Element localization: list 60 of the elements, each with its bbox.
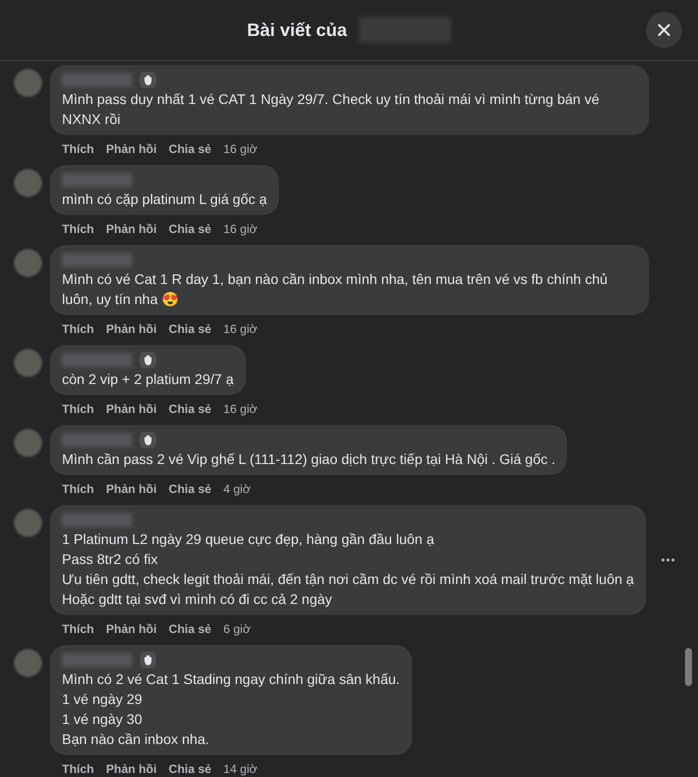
action-link[interactable]: Thích (62, 760, 94, 777)
blurred-name (62, 73, 132, 87)
action-link[interactable]: Chia sẻ (168, 400, 212, 418)
action-link[interactable]: Chia sẻ (168, 480, 212, 498)
action-link[interactable]: Thích (62, 320, 94, 338)
comment-text: Pass 8tr2 có fix (62, 550, 159, 569)
comment-time: 4 giờ (223, 481, 251, 498)
action-link[interactable]: Chia sẻ (168, 320, 212, 338)
comment-text: Mình cần pass 2 vé Vip ghế L (111-112) giao dịch trực tiếp tại Hà Nội . Giá gốc . (62, 450, 556, 469)
comment-time: 16 giờ (223, 401, 258, 418)
action-link[interactable]: Phản hồi (106, 760, 157, 777)
dialog-title: Bài viết của (246, 18, 348, 42)
more-icon (661, 558, 675, 562)
comment-text: Hoặc gdtt tại svđ vì mình có đi cc cả 2 ngày (62, 590, 334, 609)
blurred-name (62, 253, 132, 267)
blurred-name (62, 433, 132, 447)
action-link[interactable]: Chia sẻ (168, 760, 212, 777)
comment-time: 14 giờ (223, 761, 258, 777)
avatar[interactable] (14, 509, 42, 537)
action-link[interactable]: Thích (62, 620, 94, 638)
comment-text: còn 2 vip + 2 platium 29/7 ạ (62, 370, 234, 389)
comment-text: Mình có 2 vé Cat 1 Stading ngay chính giữa sân khấu. (62, 670, 400, 689)
comment-text: Ưu tiên gdtt, check legit thoải mái, đến tận nơi cầm dc vé rồi mình xoá mail trước mặt luôn ạ (62, 570, 634, 589)
avatar[interactable] (14, 169, 42, 197)
avatar[interactable] (14, 249, 42, 277)
blurred-name (62, 173, 132, 187)
comment-text: 1 vé ngày 30 (62, 710, 144, 729)
comment-text: mình có cặp platinum L giá gốc ạ (62, 190, 267, 209)
scrollbar[interactable] (685, 648, 692, 686)
action-link[interactable]: Chia sẻ (168, 220, 212, 238)
action-link[interactable]: Phản hồi (106, 320, 157, 338)
comment-text: Mình có vé Cat 1 R day 1, bạn nào cần inbox mình nha, tên mua trên vé vs fb chính chủ luôn, uy tín nha 😍 (62, 270, 609, 309)
comment-time: 6 giờ (223, 621, 251, 638)
action-link[interactable]: Thích (62, 140, 94, 158)
action-link[interactable]: Thích (62, 220, 94, 238)
comment-text: 1 Platinum L2 ngày 29 queue cực đẹp, hàng gần đầu luôn ạ (62, 530, 436, 549)
blurred-name (62, 513, 132, 527)
comment-text: 1 vé ngày 29 (62, 690, 144, 709)
action-link[interactable]: Thích (62, 400, 94, 418)
comment-time: 16 giờ (223, 321, 258, 338)
action-link[interactable]: Chia sẻ (168, 140, 212, 158)
avatar[interactable] (14, 649, 42, 677)
avatar[interactable] (14, 69, 42, 97)
action-link[interactable]: Chia sẻ (168, 620, 212, 638)
close-icon (657, 23, 671, 37)
avatar[interactable] (14, 349, 42, 377)
comment-text: Bạn nào cần inbox nha. (62, 730, 210, 749)
close-button[interactable] (646, 12, 682, 48)
comment-text: Mình pass duy nhất 1 vé CAT 1 Ngày 29/7. Check uy tín thoải mái vì mình từng bán vé NXNX rồi (62, 90, 600, 129)
action-link[interactable]: Phản hồi (106, 480, 157, 498)
action-link[interactable]: Thích (62, 480, 94, 498)
action-link[interactable]: Phản hồi (106, 220, 157, 238)
comment-time: 16 giờ (223, 141, 258, 158)
action-link[interactable]: Phản hồi (106, 620, 157, 638)
blurred-name (62, 653, 132, 667)
comment-time: 16 giờ (223, 221, 258, 238)
avatar[interactable] (14, 429, 42, 457)
blurred-name (62, 353, 132, 367)
action-link[interactable]: Phản hồi (106, 140, 157, 158)
action-link[interactable]: Phản hồi (106, 400, 157, 418)
